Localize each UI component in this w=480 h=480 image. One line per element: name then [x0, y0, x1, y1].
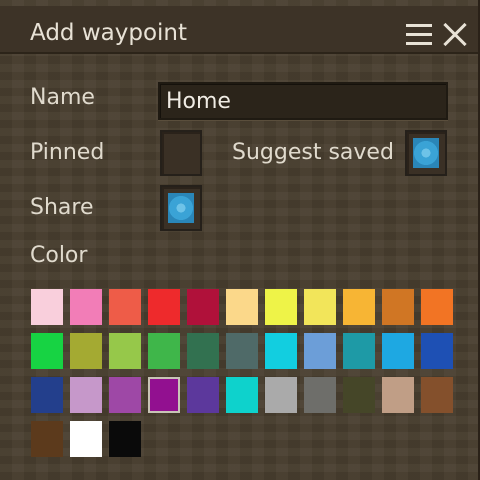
color-swatch[interactable]	[31, 377, 63, 413]
color-swatch[interactable]	[343, 377, 375, 413]
share-label: Share	[30, 195, 94, 220]
color-swatch[interactable]	[421, 377, 453, 413]
add-waypoint-dialog: Add waypoint Name Pinned Suggest saved S…	[0, 0, 480, 480]
color-swatch[interactable]	[148, 377, 180, 413]
color-swatch[interactable]	[70, 289, 102, 325]
color-swatch[interactable]	[31, 421, 63, 457]
color-swatch[interactable]	[304, 333, 336, 369]
suggest-saved-toggle[interactable]	[405, 130, 447, 176]
dialog-title: Add waypoint	[30, 20, 188, 46]
color-swatch[interactable]	[70, 333, 102, 369]
color-swatch[interactable]	[343, 333, 375, 369]
color-swatch[interactable]	[187, 377, 219, 413]
suggest-saved-label: Suggest saved	[232, 140, 394, 165]
dialog-titlebar: Add waypoint	[0, 6, 478, 54]
color-swatch[interactable]	[421, 289, 453, 325]
color-swatch[interactable]	[70, 421, 102, 457]
color-swatch[interactable]	[226, 377, 258, 413]
share-toggle[interactable]	[160, 185, 202, 231]
color-label: Color	[30, 243, 88, 268]
color-swatch[interactable]	[265, 333, 297, 369]
color-swatch[interactable]	[226, 289, 258, 325]
color-swatch[interactable]	[70, 377, 102, 413]
color-swatch[interactable]	[109, 289, 141, 325]
color-swatch[interactable]	[31, 289, 63, 325]
color-swatch[interactable]	[31, 333, 63, 369]
color-swatch[interactable]	[382, 377, 414, 413]
color-swatch[interactable]	[109, 333, 141, 369]
color-swatch[interactable]	[226, 333, 258, 369]
color-swatch[interactable]	[382, 289, 414, 325]
color-swatch[interactable]	[304, 289, 336, 325]
hamburger-menu-icon[interactable]	[406, 24, 432, 46]
pinned-label: Pinned	[30, 140, 105, 165]
color-swatch[interactable]	[421, 333, 453, 369]
color-swatch[interactable]	[343, 289, 375, 325]
color-swatch[interactable]	[187, 289, 219, 325]
close-icon[interactable]	[442, 22, 468, 48]
color-swatch[interactable]	[304, 377, 336, 413]
name-label: Name	[30, 85, 95, 110]
color-swatch[interactable]	[187, 333, 219, 369]
pinned-toggle[interactable]	[160, 130, 202, 176]
color-swatch[interactable]	[109, 377, 141, 413]
color-swatch[interactable]	[148, 333, 180, 369]
toggle-on-indicator	[413, 138, 439, 168]
toggle-on-indicator	[168, 193, 194, 223]
waypoint-name-input[interactable]	[158, 82, 448, 120]
color-swatch[interactable]	[109, 421, 141, 457]
color-swatch[interactable]	[265, 377, 297, 413]
color-swatch[interactable]	[265, 289, 297, 325]
color-swatch[interactable]	[382, 333, 414, 369]
color-swatch[interactable]	[148, 289, 180, 325]
